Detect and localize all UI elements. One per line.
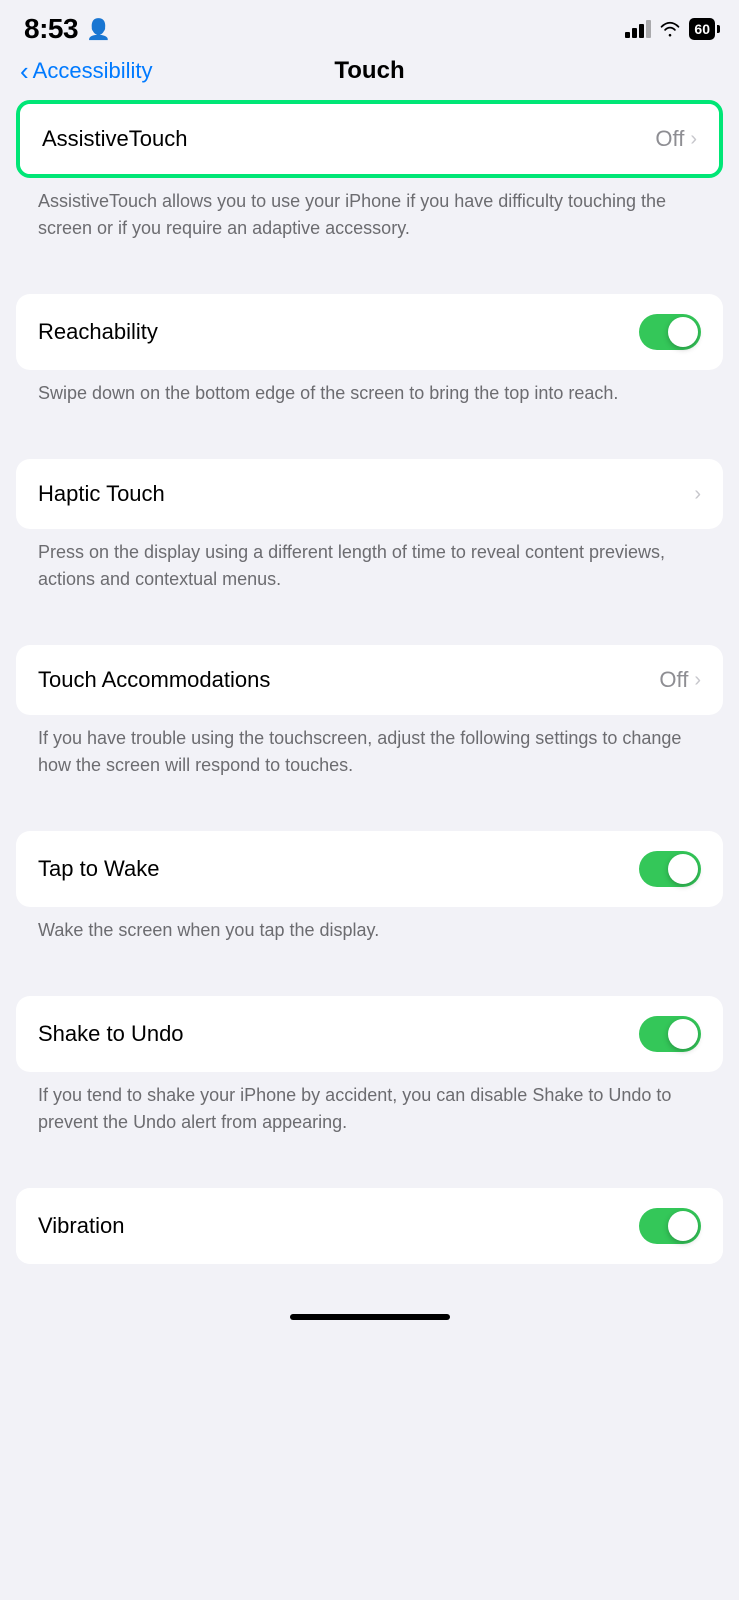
vibration-label: Vibration bbox=[38, 1213, 124, 1239]
assistive-touch-description: AssistiveTouch allows you to use your iP… bbox=[16, 178, 723, 258]
tap-to-wake-toggle-knob bbox=[668, 854, 698, 884]
haptic-touch-card: Haptic Touch › bbox=[16, 459, 723, 529]
shake-to-undo-card: Shake to Undo bbox=[16, 996, 723, 1072]
shake-to-undo-section: Shake to Undo If you tend to shake your … bbox=[16, 996, 723, 1152]
nav-header: ‹ Accessibility Touch bbox=[0, 54, 739, 100]
back-chevron-icon: ‹ bbox=[20, 58, 29, 84]
touch-accommodations-chevron: › bbox=[694, 669, 701, 692]
reachability-toggle-knob bbox=[668, 317, 698, 347]
assistive-touch-label: AssistiveTouch bbox=[42, 126, 188, 152]
haptic-touch-label: Haptic Touch bbox=[38, 481, 165, 507]
assistive-touch-card: AssistiveTouch Off › bbox=[16, 100, 723, 178]
haptic-touch-right: › bbox=[694, 483, 701, 506]
touch-accommodations-section: Touch Accommodations Off › If you have t… bbox=[16, 645, 723, 795]
tap-to-wake-row[interactable]: Tap to Wake bbox=[16, 831, 723, 907]
reachability-toggle[interactable] bbox=[639, 314, 701, 350]
reachability-section: Reachability Swipe down on the bottom ed… bbox=[16, 294, 723, 423]
touch-accommodations-status: Off bbox=[659, 667, 688, 693]
vibration-row[interactable]: Vibration bbox=[16, 1188, 723, 1264]
shake-to-undo-label: Shake to Undo bbox=[38, 1021, 184, 1047]
haptic-touch-description: Press on the display using a different l… bbox=[16, 529, 723, 609]
vibration-toggle[interactable] bbox=[639, 1208, 701, 1244]
touch-accommodations-right: Off › bbox=[659, 667, 701, 693]
back-button[interactable]: ‹ Accessibility bbox=[20, 58, 152, 84]
home-indicator bbox=[0, 1304, 739, 1336]
status-time: 8:53 bbox=[24, 13, 78, 45]
shake-to-undo-row[interactable]: Shake to Undo bbox=[16, 996, 723, 1072]
tap-to-wake-card: Tap to Wake bbox=[16, 831, 723, 907]
vibration-section: Vibration bbox=[16, 1188, 723, 1264]
assistive-touch-chevron: › bbox=[690, 128, 697, 151]
signal-icon bbox=[625, 20, 651, 38]
reachability-description: Swipe down on the bottom edge of the scr… bbox=[16, 370, 723, 423]
person-icon: 👤 bbox=[86, 17, 111, 42]
touch-accommodations-card: Touch Accommodations Off › bbox=[16, 645, 723, 715]
touch-accommodations-description: If you have trouble using the touchscree… bbox=[16, 715, 723, 795]
tap-to-wake-toggle[interactable] bbox=[639, 851, 701, 887]
reachability-card: Reachability bbox=[16, 294, 723, 370]
touch-accommodations-row[interactable]: Touch Accommodations Off › bbox=[16, 645, 723, 715]
haptic-touch-chevron: › bbox=[694, 483, 701, 506]
haptic-touch-row[interactable]: Haptic Touch › bbox=[16, 459, 723, 529]
shake-to-undo-toggle-knob bbox=[668, 1019, 698, 1049]
wifi-icon bbox=[659, 21, 681, 37]
touch-accommodations-label: Touch Accommodations bbox=[38, 667, 270, 693]
reachability-row[interactable]: Reachability bbox=[16, 294, 723, 370]
page-title: Touch bbox=[334, 57, 404, 85]
status-icons: 60 bbox=[625, 18, 715, 40]
haptic-touch-section: Haptic Touch › Press on the display usin… bbox=[16, 459, 723, 609]
vibration-card: Vibration bbox=[16, 1188, 723, 1264]
shake-to-undo-description: If you tend to shake your iPhone by acci… bbox=[16, 1072, 723, 1152]
assistive-touch-row[interactable]: AssistiveTouch Off › bbox=[20, 104, 719, 174]
vibration-toggle-knob bbox=[668, 1211, 698, 1241]
shake-to-undo-toggle[interactable] bbox=[639, 1016, 701, 1052]
reachability-label: Reachability bbox=[38, 319, 158, 345]
assistive-touch-right: Off › bbox=[655, 126, 697, 152]
back-label: Accessibility bbox=[33, 58, 153, 84]
tap-to-wake-description: Wake the screen when you tap the display… bbox=[16, 907, 723, 960]
battery-icon: 60 bbox=[689, 18, 715, 40]
assistive-touch-status: Off bbox=[655, 126, 684, 152]
home-bar bbox=[290, 1314, 450, 1320]
tap-to-wake-section: Tap to Wake Wake the screen when you tap… bbox=[16, 831, 723, 960]
assistive-touch-section: AssistiveTouch Off › AssistiveTouch allo… bbox=[16, 100, 723, 258]
tap-to-wake-label: Tap to Wake bbox=[38, 856, 159, 882]
status-bar: 8:53 👤 60 bbox=[0, 0, 739, 54]
